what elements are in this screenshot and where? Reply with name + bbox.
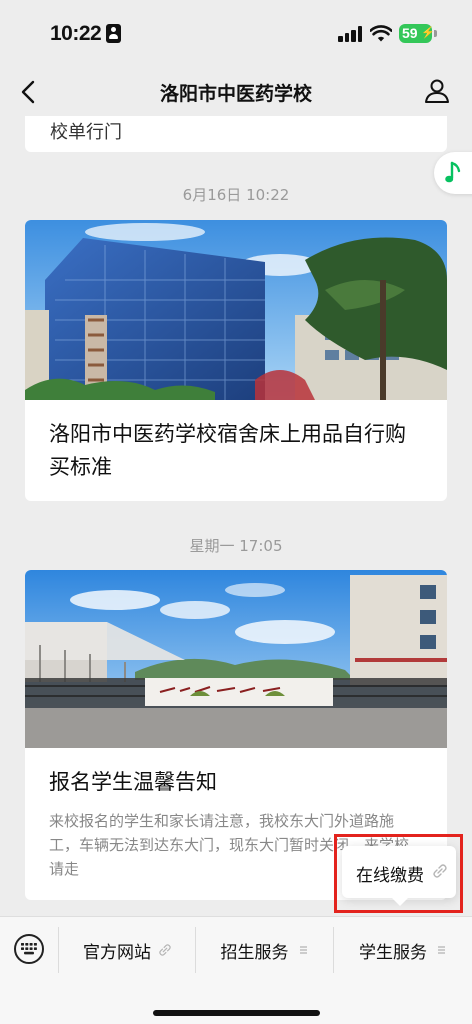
menu-item-label: 官方网站: [83, 942, 151, 963]
background-music-button[interactable]: [434, 152, 472, 194]
wifi-icon: [370, 25, 392, 42]
menu-item-admissions[interactable]: 招生服务: [196, 917, 333, 983]
article-card[interactable]: 洛阳市中医药学校宿舍床上用品自行购买标准: [25, 220, 447, 501]
keyboard-icon: [21, 943, 37, 955]
article-cover-image: [25, 220, 447, 400]
submenu-icon: [299, 946, 307, 954]
menu-item-student-services[interactable]: 学生服务: [334, 917, 472, 983]
link-icon: [159, 944, 171, 956]
menu-item-label: 招生服务: [220, 942, 289, 963]
article-title: 报名学生温馨告知: [49, 770, 217, 794]
article-cover-image: [25, 570, 447, 748]
submenu-icon: [438, 946, 445, 954]
message-timestamp: 6月16日 10:22: [182, 186, 290, 204]
status-bar: 10:22 59 ⚡: [0, 0, 472, 68]
highlight-annotation-box: [334, 834, 463, 913]
message-timestamp: 星期一 17:05: [189, 537, 283, 555]
profile-icon[interactable]: [423, 77, 451, 105]
status-time: 10:22: [50, 22, 102, 45]
menu-item-official-website[interactable]: 官方网站: [59, 917, 195, 983]
page-title: 洛阳市中医药学校: [159, 83, 312, 105]
menu-item-label: 学生服务: [359, 942, 427, 963]
contact-card-icon: [106, 24, 121, 43]
battery-level: 59: [402, 25, 418, 41]
battery-indicator: 59 ⚡: [399, 24, 435, 43]
nav-bar: 洛阳市中医药学校: [0, 68, 472, 116]
battery-tip: [434, 30, 437, 37]
cellular-signal-icon: [338, 26, 362, 42]
article-card[interactable]: 校单行门: [25, 116, 447, 152]
charging-bolt-icon: ⚡: [421, 27, 435, 39]
article-title-partial: 校单行门: [50, 122, 122, 143]
keyboard-toggle-button[interactable]: [14, 934, 44, 964]
home-indicator[interactable]: [153, 1010, 320, 1016]
bottom-menu: 官方网站 招生服务 学生服务: [0, 916, 472, 1024]
message-feed[interactable]: 校单行门 6月16日 10:22 洛阳市中医药学校宿舍床上用品自行购买标准 星期…: [0, 116, 472, 916]
article-title: 洛阳市中医药学校宿舍床上用品自行购买标准: [49, 422, 406, 479]
music-note-icon: [445, 161, 461, 183]
